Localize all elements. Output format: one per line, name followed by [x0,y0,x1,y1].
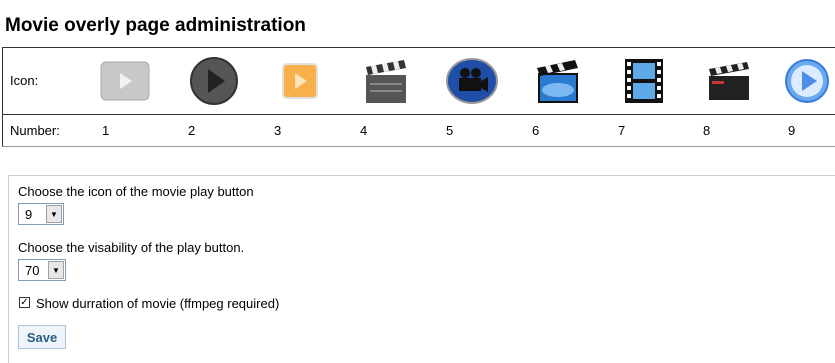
gray-square-play-icon [99,57,151,105]
duration-checkbox[interactable]: ✓ [19,297,30,308]
icon-number: 8 [703,123,711,138]
visibility-label: Choose the visability of the play button… [18,240,245,255]
duration-checkbox-label: Show durration of movie (ffmpeg required… [36,296,280,311]
blue-clapper-icon [532,57,584,105]
icon-number: 5 [446,123,454,138]
icon-choice-label: Choose the icon of the movie play button [18,184,254,199]
icon-number: 4 [360,123,368,138]
clapperboard-icon [360,57,412,105]
chevron-down-icon[interactable]: ▼ [48,261,64,279]
icon-number: 1 [102,123,110,138]
chevron-down-icon[interactable]: ▼ [46,205,62,223]
icon-number: 6 [532,123,540,138]
dark-circle-play-icon [188,57,240,105]
icon-row-label: Icon: [10,73,39,88]
row-divider [3,114,835,115]
icon-table: Icon: Number: 1 2 3 4 5 6 7 8 9 [2,47,835,147]
blue-circle-play-icon [781,57,833,105]
icon-number: 3 [274,123,282,138]
black-clapperboard-icon [703,57,755,105]
visibility-value: 70 [25,263,40,278]
blue-camera-icon [446,57,498,105]
film-strip-icon [618,57,670,105]
visibility-select[interactable]: 70 ▼ [18,259,66,281]
save-button[interactable]: Save [18,325,66,349]
icon-number: 2 [188,123,196,138]
icon-choice-value: 9 [25,207,33,222]
icon-number: 9 [788,123,796,138]
page-title: Movie overly page administration [5,15,306,36]
icon-choice-select[interactable]: 9 ▼ [18,203,64,225]
settings-form: Choose the icon of the movie play button… [8,175,835,363]
icon-number: 7 [618,123,626,138]
number-row-label: Number: [10,123,60,138]
orange-square-play-icon [274,57,326,105]
